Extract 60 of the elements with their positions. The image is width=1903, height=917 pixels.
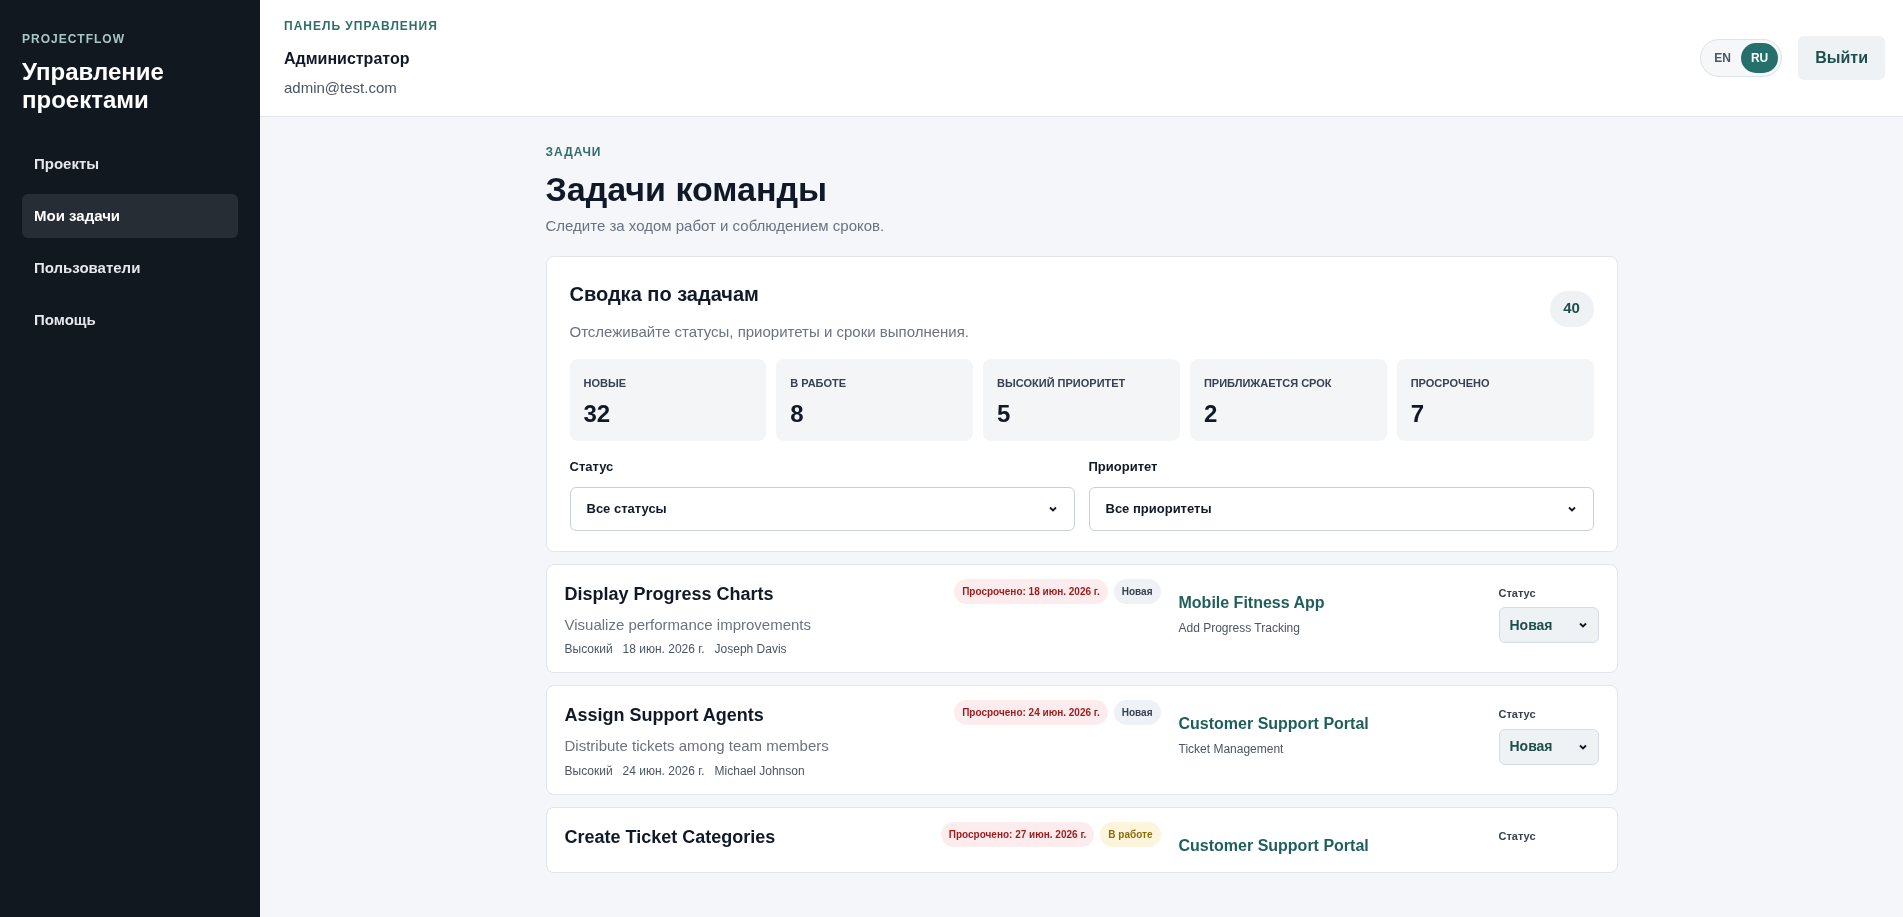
stat-label: ВЫСОКИЙ ПРИОРИТЕТ (997, 376, 1127, 391)
stat-label: ПРОСРОЧЕНО (1410, 376, 1491, 391)
status-select[interactable]: Новая (1498, 607, 1599, 643)
summary-subtitle: Отслеживайте статусы, приоритеты и сроки выполнения. (569, 321, 969, 342)
language-option[interactable]: RU (1740, 43, 1779, 73)
panel-label: ПАНЕЛЬ УПРАВЛЕНИЯ (284, 17, 438, 35)
stat-value: 5 (997, 398, 1012, 429)
stat-value: 8 (790, 398, 805, 429)
summary-title: Сводка по задачам (569, 281, 760, 307)
feature-name: Add Progress Tracking (1178, 619, 1301, 637)
brand-label: PROJECTFLOW (22, 31, 126, 48)
project-link[interactable]: Customer Support Portal (1178, 833, 1499, 858)
overdue-badge: Просрочено: 24 июн. 2026 г. (954, 700, 1108, 725)
nav-item[interactable]: Мои задачи (22, 194, 238, 238)
task-title: Display Progress Charts (564, 582, 774, 606)
stat-value: 2 (1203, 398, 1219, 429)
assignee-name: Michael Johnson (714, 762, 805, 780)
stat-label: ПРИБЛИЖАЕТСЯ СРОК (1203, 376, 1333, 391)
filter-select[interactable]: Все статусы (569, 486, 1075, 531)
task-title: Create Ticket Categories (564, 825, 776, 849)
section-label: ЗАДАЧИ (545, 144, 603, 161)
due-date: 24 июн. 2026 г. (622, 762, 705, 780)
priority-text: Высокий (564, 762, 613, 780)
priority-text: Высокий (564, 641, 613, 658)
filter-label: Статус (569, 458, 615, 476)
feature-name: Ticket Management (1178, 741, 1285, 758)
user-name: Администратор (284, 48, 411, 69)
assignee-name: Joseph Davis (714, 641, 787, 658)
task-title: Assign Support Agents (564, 704, 764, 727)
total-count-badge: 40 (1549, 290, 1594, 327)
logout-button[interactable]: Выйти (1798, 36, 1885, 80)
sidebar-title: Управление проектами (22, 58, 165, 114)
field-label: Статус (1498, 585, 1537, 601)
stat-value: 7 (1410, 398, 1426, 429)
due-date: 18 июн. 2026 г. (622, 641, 705, 658)
field-label: Статус (1498, 707, 1537, 722)
page-subtitle: Следите за ходом работ и соблюдением сроков. (545, 216, 886, 236)
field-label: Статус (1498, 828, 1537, 844)
stat-value: 32 (583, 398, 612, 429)
project-link[interactable]: Mobile Fitness App (1178, 590, 1499, 615)
filter-label: Приоритет (1088, 458, 1159, 476)
overdue-badge: Просрочено: 18 июн. 2026 г. (954, 578, 1108, 604)
nav-item[interactable]: Помощь (22, 298, 238, 342)
status-badge: Новая (1113, 700, 1161, 725)
page-title: Задачи команды (545, 169, 829, 210)
stat-label: В РАБОТЕ (790, 376, 848, 391)
status-badge: В работе (1100, 821, 1161, 847)
stat-label: НОВЫЕ (583, 376, 628, 391)
filter-select[interactable]: Все приоритеты (1088, 486, 1594, 531)
project-link[interactable]: Customer Support Portal (1178, 712, 1499, 736)
status-badge: Новая (1113, 578, 1161, 604)
nav-item[interactable]: Пользователи (22, 246, 238, 290)
overdue-badge: Просрочено: 27 июн. 2026 г. (940, 821, 1095, 847)
language-option[interactable]: EN (1704, 43, 1741, 73)
chevron-down-icon (1577, 620, 1588, 630)
status-select[interactable]: Новая (1498, 728, 1599, 765)
task-description: Distribute tickets among team members (564, 736, 830, 756)
nav-item[interactable]: Проекты (22, 142, 238, 186)
task-description: Visualize performance improvements (564, 614, 812, 635)
user-email: admin@test.com (284, 77, 398, 98)
